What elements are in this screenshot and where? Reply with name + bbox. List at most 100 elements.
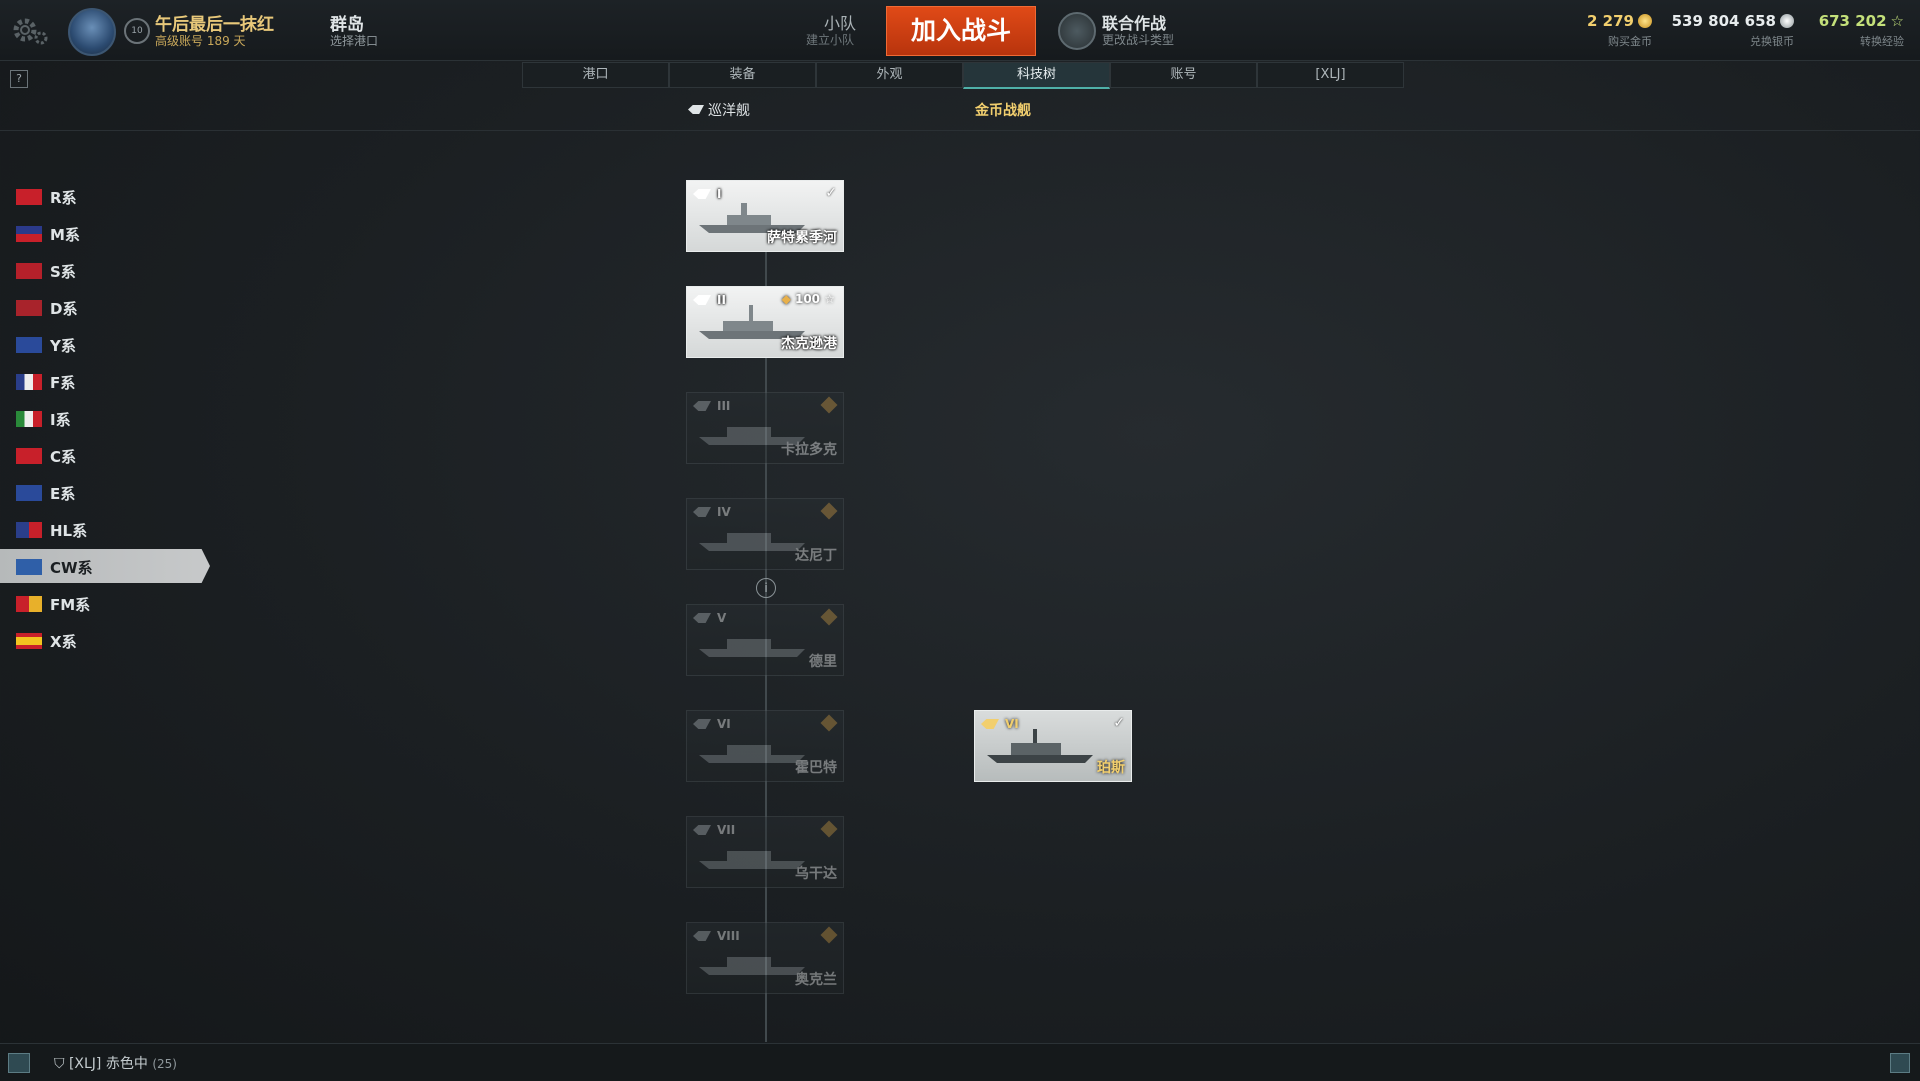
nation-label: R系 xyxy=(50,189,77,207)
nation-item-hl[interactable]: HL系 xyxy=(0,512,210,546)
nation-label: FM系 xyxy=(50,596,91,614)
flag-m-icon xyxy=(16,226,42,242)
nation-label: I系 xyxy=(50,411,71,429)
help-icon[interactable]: ? xyxy=(10,70,28,88)
flag-s-icon xyxy=(16,263,42,279)
ship-silhouette xyxy=(699,533,805,551)
ship-name: 德里 xyxy=(809,654,837,670)
tab-account[interactable]: 账号 xyxy=(1110,62,1257,88)
ship-card-tier-4[interactable]: IV 达尼丁 xyxy=(686,498,844,570)
ship-card-tier-6[interactable]: VI 霍巴特 xyxy=(686,710,844,782)
research-tag-icon xyxy=(820,608,838,626)
ship-card-tier-8[interactable]: VIII 奥克兰 xyxy=(686,922,844,994)
nation-item-d[interactable]: D系 xyxy=(0,290,210,324)
ship-name: 达尼丁 xyxy=(795,548,837,564)
tab-port[interactable]: 港口 xyxy=(522,62,669,88)
ship-name: 萨特累季河 xyxy=(767,230,837,246)
ship-silhouette xyxy=(699,851,805,869)
tab-appearance[interactable]: 外观 xyxy=(816,62,963,88)
chat-icon[interactable] xyxy=(8,1053,30,1073)
rank-badge: 10 xyxy=(124,18,150,44)
cruiser-class-icon xyxy=(688,105,704,114)
ship-name: 奥克兰 xyxy=(795,972,837,988)
cruiser-label-text: 巡洋舰 xyxy=(708,103,750,119)
gold-sub: 购买金币 xyxy=(1608,35,1652,48)
xp-balance[interactable]: 673 202 ☆ xyxy=(1819,12,1904,30)
nation-label: HL系 xyxy=(50,522,88,540)
premium-column-label: 金币战舰 xyxy=(975,103,1031,119)
flag-hl-icon xyxy=(16,522,42,538)
nation-item-m[interactable]: M系 xyxy=(0,216,210,250)
battle-mode-icon[interactable] xyxy=(1058,12,1096,50)
nation-label: S系 xyxy=(50,263,76,281)
nation-item-c[interactable]: C系 xyxy=(0,438,210,472)
tab-clan[interactable]: [XLJ] xyxy=(1257,62,1404,88)
nation-item-i[interactable]: I系 xyxy=(0,401,210,435)
research-tag-icon xyxy=(820,502,838,520)
flag-c-icon xyxy=(16,448,42,464)
flag-y-icon xyxy=(16,337,42,353)
tab-tech-tree[interactable]: 科技树 xyxy=(963,62,1110,89)
clan-status[interactable]: ⛉ [XLJ] 赤色中 (25) xyxy=(54,1053,177,1073)
check-icon: ✓ xyxy=(825,185,837,201)
ship-silhouette xyxy=(699,957,805,975)
ship-silhouette xyxy=(699,639,805,657)
nation-label: Y系 xyxy=(50,337,76,355)
flag-f-icon xyxy=(16,374,42,390)
nation-item-e[interactable]: E系 xyxy=(0,475,210,509)
ship-name: 霍巴特 xyxy=(795,760,837,776)
premium-ship-card[interactable]: VI ✓ 珀斯 xyxy=(974,710,1132,782)
nation-item-f[interactable]: F系 xyxy=(0,364,210,398)
nation-item-fm[interactable]: FM系 xyxy=(0,586,210,620)
silver-sub: 兑换银币 xyxy=(1750,35,1794,48)
ship-name: 乌干达 xyxy=(795,866,837,882)
flag-r-icon xyxy=(16,189,42,205)
ship-silhouette xyxy=(699,745,805,763)
ship-card-tier-5[interactable]: V 德里 xyxy=(686,604,844,676)
main-tabs: 港口 装备 外观 科技树 账号 [XLJ] xyxy=(522,62,1404,89)
flag-x-icon xyxy=(16,633,42,649)
join-battle-button[interactable]: 加入战斗 xyxy=(886,6,1036,56)
gold-value: 2 279 xyxy=(1587,12,1634,30)
cruiser-column-label: 巡洋舰 xyxy=(688,100,750,120)
clan-tag: [XLJ] xyxy=(68,1056,102,1072)
ship-card-tier-2[interactable]: II ◆ 100 ☆ 杰克逊港 xyxy=(686,286,844,358)
ship-silhouette xyxy=(987,729,1093,763)
nation-item-y[interactable]: Y系 xyxy=(0,327,210,361)
top-bar: 10 午后最后一抹红 高级账号 189 天 群岛 选择港口 小队 建立小队 加入… xyxy=(0,0,1920,61)
gear-icon[interactable] xyxy=(10,10,50,50)
nation-item-cw[interactable]: CW系 xyxy=(0,549,210,583)
flag-d-icon xyxy=(16,300,42,316)
flag-fm-icon xyxy=(16,596,42,612)
tree-header: 巡洋舰 金币战舰 xyxy=(0,92,1920,131)
silver-balance[interactable]: 539 804 658 xyxy=(1672,12,1794,30)
nation-item-r[interactable]: R系 xyxy=(0,179,210,213)
research-tag-icon xyxy=(820,820,838,838)
gold-balance[interactable]: 2 279 xyxy=(1587,12,1652,30)
gold-coin-icon xyxy=(1638,14,1652,28)
flag-cw-icon xyxy=(16,559,42,575)
silver-coin-icon xyxy=(1780,14,1794,28)
clan-status-text: 赤色中 xyxy=(105,1056,148,1072)
ship-card-tier-1[interactable]: I ✓ 萨特累季河 xyxy=(686,180,844,252)
account-avatar[interactable] xyxy=(68,8,116,56)
nation-item-x[interactable]: X系 xyxy=(0,623,210,657)
nation-item-s[interactable]: S系 xyxy=(0,253,210,287)
xp-sub: 转换经验 xyxy=(1860,35,1904,48)
ship-card-tier-7[interactable]: VII 乌干达 xyxy=(686,816,844,888)
account-status: 高级账号 189 天 xyxy=(155,34,246,48)
nation-label: X系 xyxy=(50,633,77,651)
ship-name: 杰克逊港 xyxy=(781,336,837,352)
nation-label: E系 xyxy=(50,485,76,503)
flag-e-icon xyxy=(16,485,42,501)
ship-card-tier-3[interactable]: III 卡拉多克 xyxy=(686,392,844,464)
tab-equipment[interactable]: 装备 xyxy=(669,62,816,88)
info-icon[interactable]: i xyxy=(756,578,776,598)
research-tag-icon xyxy=(820,714,838,732)
shield-icon: ⛉ xyxy=(54,1056,65,1072)
star-icon: ☆ xyxy=(824,292,835,306)
squad-sub: 建立小队 xyxy=(806,33,855,47)
nation-label: D系 xyxy=(50,300,78,318)
bell-icon[interactable] xyxy=(1890,1053,1910,1073)
check-icon: ✓ xyxy=(1113,715,1125,731)
